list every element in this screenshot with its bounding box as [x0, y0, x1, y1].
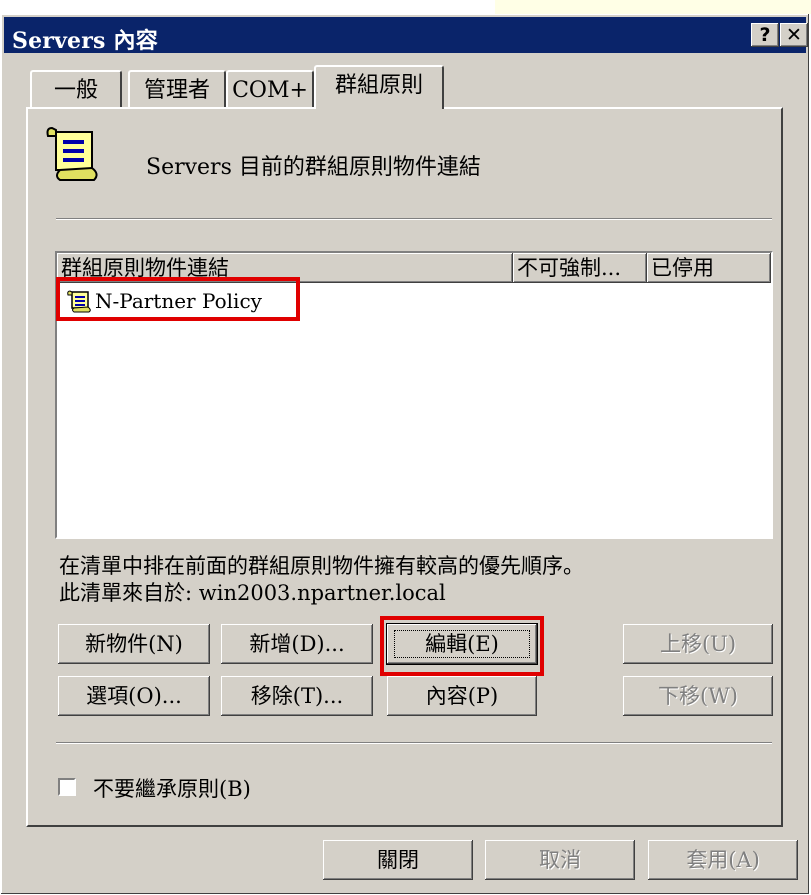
tab-com-plus[interactable]: COM+ [226, 70, 314, 108]
delete-button[interactable]: 移除(T)... [221, 676, 373, 716]
new-object-button[interactable]: 新物件(N) [58, 624, 210, 664]
tab-managed-by[interactable]: 管理者 [128, 70, 226, 108]
add-button[interactable]: 新增(D)... [221, 624, 373, 664]
title-bar[interactable]: Servers 內容 ? ✕ [4, 17, 808, 54]
annotation-highlight-gpo [56, 277, 300, 321]
block-inheritance-label[interactable]: 不要繼承原則(B) [93, 773, 251, 803]
options-button[interactable]: 選項(O)... [58, 676, 210, 716]
column-no-override[interactable]: 不可強制... [513, 253, 647, 283]
properties-dialog: Servers 內容 ? ✕ 一般 管理者 COM+ 群組原則 Servers … [1, 14, 809, 894]
help-button[interactable]: ? [751, 23, 779, 47]
cancel-button[interactable]: 取消 [485, 840, 635, 880]
tab-general[interactable]: 一般 [30, 70, 122, 108]
list-source: 此清單來自於: win2003.npartner.local [59, 581, 446, 605]
tab-group-policy[interactable]: 群組原則 [314, 65, 444, 109]
header-description: Servers 目前的群組原則物件連結 [146, 155, 481, 180]
move-up-button[interactable]: 上移(U) [623, 624, 773, 664]
close-button[interactable]: 關閉 [323, 840, 473, 880]
annotation-highlight-edit [380, 616, 544, 676]
column-disabled[interactable]: 已停用 [647, 253, 771, 283]
block-inheritance-checkbox[interactable] [58, 778, 76, 796]
top-divider [56, 218, 772, 220]
close-icon[interactable]: ✕ [780, 23, 808, 47]
background-tooltip-strip [495, 0, 811, 14]
properties-button[interactable]: 內容(P) [387, 676, 537, 716]
priority-note: 在清單中排在前面的群組原則物件擁有較高的優先順序。 [59, 554, 584, 578]
window-title: Servers 內容 [12, 28, 158, 54]
policy-scroll-icon [46, 126, 98, 181]
move-down-button[interactable]: 下移(W) [623, 676, 773, 716]
apply-button[interactable]: 套用(A) [648, 840, 798, 880]
bottom-divider [56, 742, 772, 744]
